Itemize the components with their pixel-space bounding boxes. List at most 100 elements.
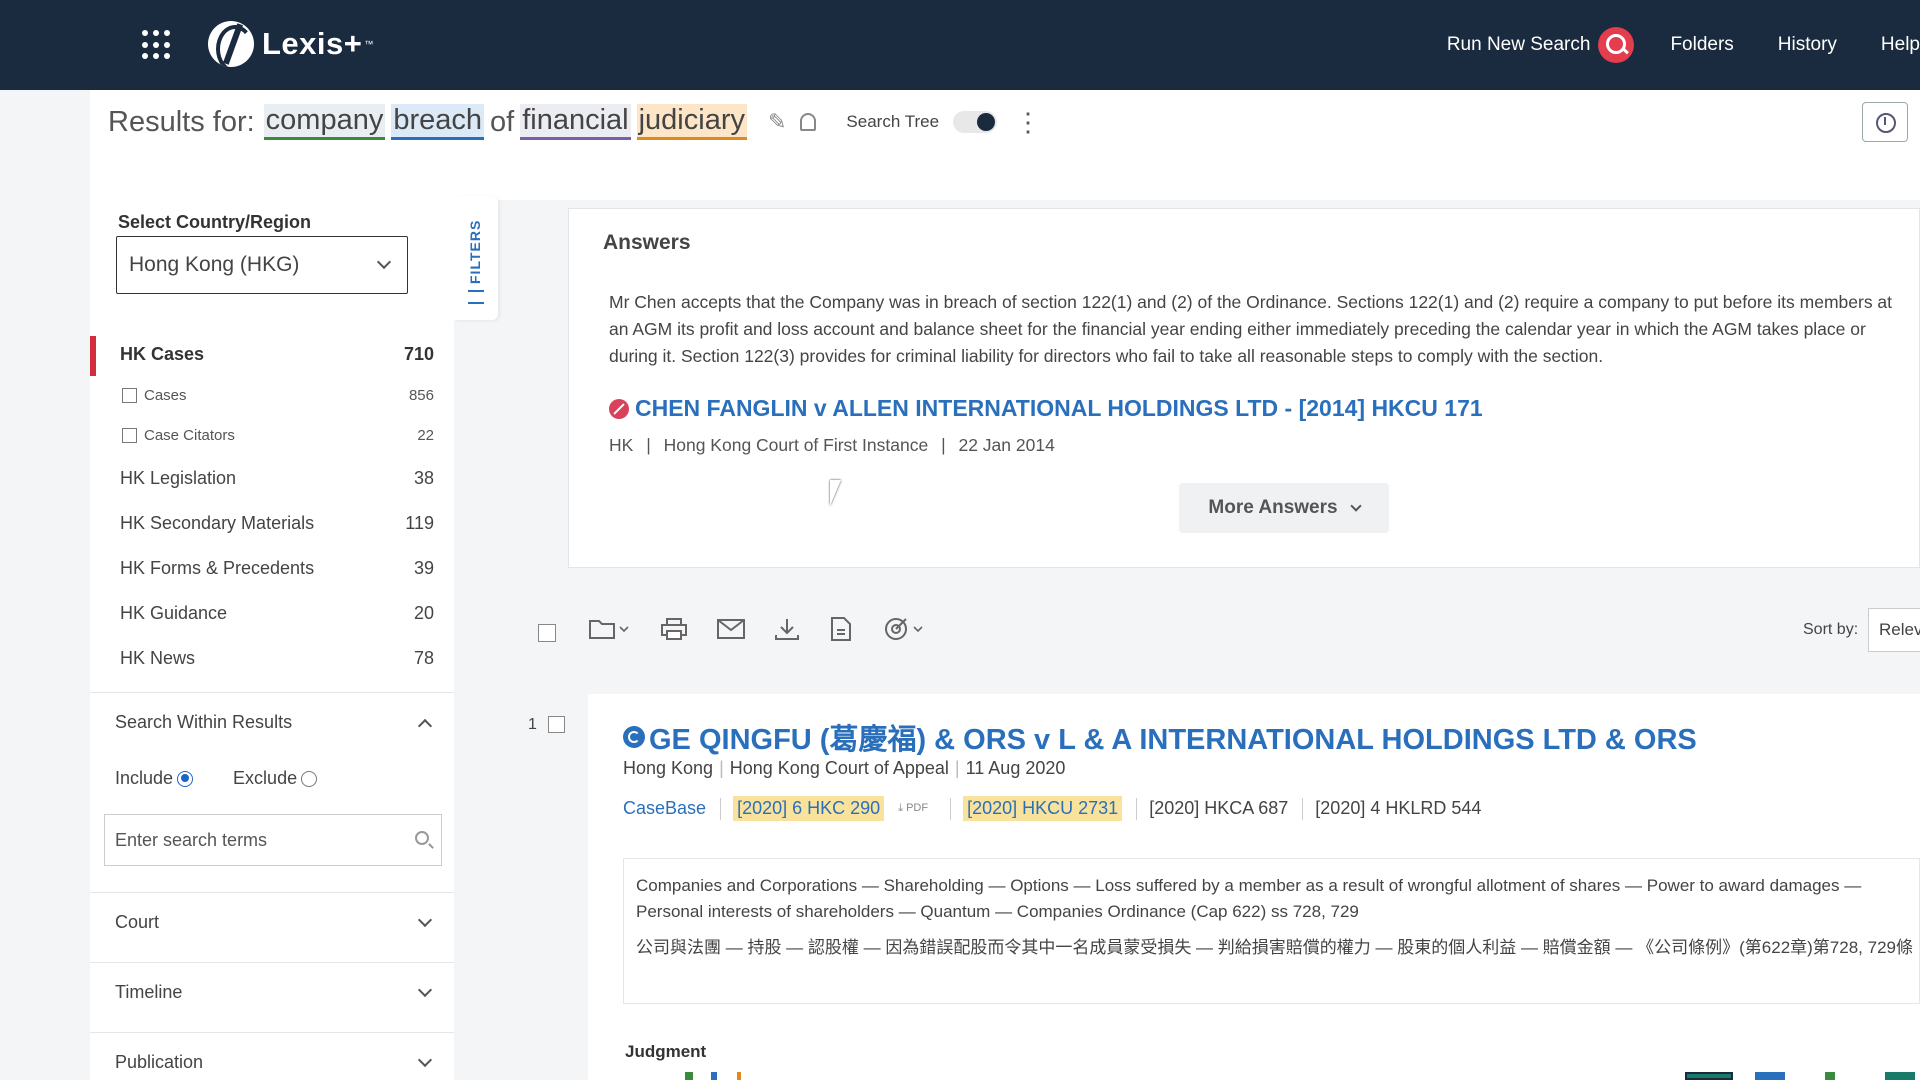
category-hk-news[interactable]: HK News 78 (90, 640, 454, 676)
citation-link[interactable]: [2020] HKCU 2731 (963, 796, 1123, 821)
answers-card: Answers Mr Chen accepts that the Company… (568, 208, 1920, 568)
more-answers-button[interactable]: More Answers (1179, 483, 1389, 533)
category-label: HK Secondary Materials (120, 512, 315, 533)
exclude-label: Exclude (233, 768, 298, 788)
chevron-down-icon (417, 1052, 433, 1068)
more-options-icon[interactable]: ⋮ (1015, 109, 1041, 135)
brand-logo[interactable]: Lexis+ ™ (208, 18, 373, 70)
include-label: Include (115, 768, 174, 788)
citation-row: CaseBase [2020] 6 HKC 290 ⤓ PDF [2020] H… (623, 796, 1495, 821)
chevron-down-icon (1349, 500, 1362, 512)
pdf-download-icon[interactable]: ⤓ PDF (898, 802, 928, 815)
result-checkbox[interactable] (548, 716, 565, 733)
result-card: GE QINGFU (葛慶福) & ORS v L & A INTERNATIO… (588, 694, 1920, 1080)
country-select[interactable]: Hong Kong (HKG) (116, 236, 408, 294)
pdf-label: PDF (906, 802, 929, 814)
app-launcher-icon[interactable] (142, 30, 172, 60)
category-label: HK Forms & Precedents (120, 557, 315, 578)
history-link[interactable]: History (1778, 34, 1837, 56)
subcategory-case-citators[interactable]: Case Citators 22 (90, 420, 454, 450)
category-label: HK Cases (120, 343, 205, 364)
answer-court: Hong Kong Court of First Instance (663, 435, 929, 455)
category-hk-cases[interactable]: HK Cases 710 (90, 336, 454, 376)
document-icon[interactable] (830, 616, 852, 642)
search-connector: of (490, 105, 515, 138)
subcategory-cases[interactable]: Cases 856 (90, 380, 454, 410)
folders-link[interactable]: Folders (1670, 34, 1733, 56)
category-hk-forms-precedents[interactable]: HK Forms & Precedents 39 (90, 550, 454, 586)
judgment-heading: Judgment (625, 1042, 707, 1061)
exclude-radio[interactable] (301, 770, 318, 787)
result-title: GE QINGFU (葛慶福) & ORS v L & A INTERNATIO… (649, 724, 1697, 756)
folder-icon[interactable] (588, 616, 632, 642)
source-link[interactable]: CaseBase (623, 798, 706, 819)
publication-filter-toggle[interactable]: Publication (90, 1032, 454, 1080)
answer-date: 22 Jan 2014 (958, 435, 1055, 455)
include-radio[interactable] (177, 770, 194, 787)
answer-meta: HK | Hong Kong Court of First Instance |… (609, 435, 1055, 455)
search-term[interactable]: judiciary (636, 104, 747, 140)
term-distribution-strip[interactable] (625, 1072, 1920, 1080)
category-label: HK News (120, 647, 196, 668)
category-hk-legislation[interactable]: HK Legislation 38 (90, 460, 454, 496)
answer-case-link[interactable]: CHEN FANGLIN v ALLEN INTERNATIONAL HOLDI… (609, 395, 1483, 422)
filters-tab[interactable]: FILTERS (454, 196, 498, 320)
subcategory-count: 22 (417, 426, 434, 444)
run-new-search-button[interactable]: Run New Search (1447, 27, 1635, 63)
timeline-filter-toggle[interactable]: Timeline (90, 962, 454, 1022)
result-date: 11 Aug 2020 (965, 758, 1066, 778)
subcategory-checkbox[interactable] (122, 427, 137, 443)
category-count: 38 (413, 467, 434, 488)
answer-case-title: CHEN FANGLIN v ALLEN INTERNATIONAL HOLDI… (635, 395, 1483, 421)
search-term[interactable]: breach (391, 104, 485, 140)
section-label: Court (115, 912, 160, 932)
help-link[interactable]: Help (1881, 34, 1920, 56)
edit-search-icon[interactable]: ✎ (768, 109, 786, 135)
term-marker (737, 1072, 741, 1080)
search-tree-label: Search Tree (846, 112, 940, 131)
subcategory-checkbox[interactable] (122, 387, 137, 403)
search-within-input[interactable] (115, 829, 405, 851)
citation-link[interactable]: [2020] 6 HKC 290 (733, 796, 885, 821)
search-icon[interactable] (415, 831, 429, 845)
result-meta: Hong Kong | Hong Kong Court of Appeal | 11 A… (623, 758, 1066, 778)
research-history-icon[interactable] (1862, 102, 1908, 142)
result-title-link[interactable]: GE QINGFU (葛慶福) & ORS v L & A INTERNATIO… (623, 716, 1697, 758)
term-marker (711, 1072, 717, 1080)
target-icon[interactable] (884, 616, 928, 642)
bell-alert-icon[interactable] (800, 113, 817, 131)
include-exclude-row: Include Exclude (115, 768, 318, 789)
results-title: Results for: company breach of financial… (108, 104, 1041, 140)
chevron-down-icon (417, 912, 433, 928)
court-filter-toggle[interactable]: Court (90, 892, 454, 952)
email-icon[interactable] (716, 616, 746, 642)
chevron-up-icon (417, 718, 433, 734)
category-label: HK Guidance (120, 602, 228, 623)
print-icon[interactable] (660, 616, 688, 642)
filter-sidebar: Select Country/Region Hong Kong (HKG) HK… (90, 200, 454, 1080)
mouse-cursor-icon (830, 480, 852, 506)
search-icon (1598, 27, 1635, 63)
subcategory-count: 856 (408, 386, 434, 404)
filter-sliders-icon (468, 290, 484, 304)
subcategory-label: Case Citators (144, 426, 235, 444)
category-hk-guidance[interactable]: HK Guidance 20 (90, 595, 454, 631)
download-icon[interactable] (774, 616, 800, 642)
chevron-down-icon (417, 982, 433, 998)
category-count: 39 (413, 557, 434, 578)
sort-by-select[interactable]: Relevance (1868, 608, 1920, 652)
search-tree-toggle[interactable] (953, 111, 998, 133)
answer-jurisdiction: HK (609, 435, 634, 455)
select-all-checkbox[interactable] (538, 624, 556, 642)
term-marker (1825, 1072, 1835, 1080)
category-hk-secondary-materials[interactable]: HK Secondary Materials 119 (90, 505, 454, 541)
search-term[interactable]: company (263, 104, 386, 140)
category-count: 710 (403, 343, 434, 364)
search-within-results-toggle[interactable]: Search Within Results (90, 692, 454, 752)
term-marker (685, 1072, 693, 1080)
search-term[interactable]: financial (520, 104, 631, 140)
filters-label: FILTERS (467, 219, 483, 284)
brand-trademark: ™ (364, 39, 374, 49)
brand-name: Lexis+ (262, 26, 363, 61)
search-within-box (104, 814, 442, 866)
